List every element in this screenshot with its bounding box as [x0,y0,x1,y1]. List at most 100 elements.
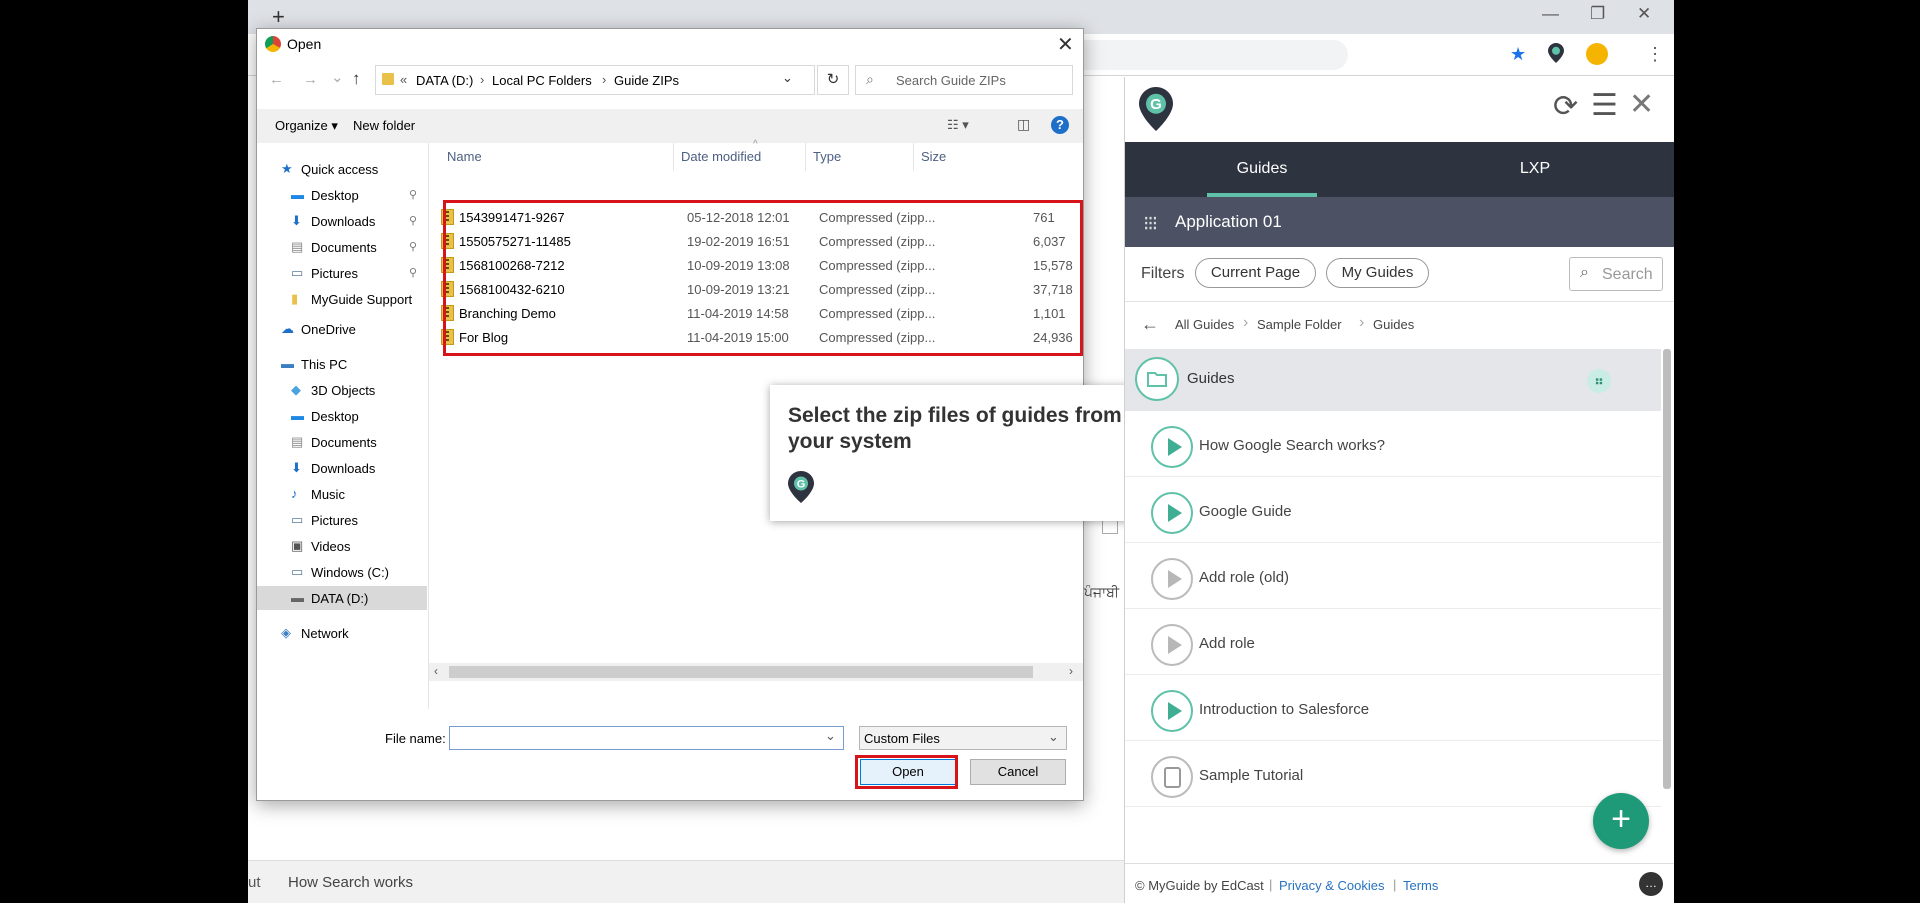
refresh-icon[interactable]: ↻ [817,65,849,95]
up-folder-icon[interactable]: ↑ [352,69,361,89]
maximize-button[interactable]: ❐ [1590,4,1605,24]
nav-item[interactable]: ♪ Music [257,482,427,506]
chevron-right-icon: › [1243,314,1249,331]
column-header-type[interactable]: Type [813,149,841,164]
sync-icon[interactable]: ⟳ [1553,89,1578,124]
file-name-input[interactable] [449,726,844,750]
preview-pane-icon[interactable]: ◫ [1017,116,1030,133]
window-close-button[interactable]: ✕ [1637,4,1651,24]
drag-handle-icon[interactable]: ⠶ [1587,369,1611,393]
new-folder-button[interactable]: New folder [353,118,415,133]
more-icon[interactable]: ⋮ [1646,44,1664,65]
organize-menu-button[interactable]: Organize ▾ [275,118,338,134]
application-bar[interactable]: ⁝⁝⁝ Application 01 [1125,197,1674,247]
menu-icon[interactable]: ☰ [1591,88,1618,123]
privacy-cookies-link[interactable]: Privacy & Cookies [1279,878,1384,893]
breadcrumb-local-pc-folders[interactable]: Local PC Folders [492,73,592,88]
terms-link[interactable]: Terms [1403,878,1438,893]
nav-item[interactable]: ⬇ Downloads [257,456,427,480]
search-icon: ⌕ [1580,264,1589,281]
back-arrow-icon[interactable]: ← [1141,314,1159,335]
play-icon[interactable] [1151,558,1193,600]
chat-icon[interactable]: … [1639,872,1663,896]
nav-item[interactable]: ▭ Pictures ⚲ [257,261,427,285]
guide-row[interactable]: Sample Tutorial [1125,741,1661,807]
guide-row[interactable]: How Google Search works? [1125,411,1661,477]
account-icon[interactable] [1586,43,1608,65]
scrollbar-thumb[interactable] [449,666,1033,678]
nav-item[interactable]: ▭ Windows (C:) [257,560,427,584]
column-header-name[interactable]: Name [447,149,482,164]
view-options-icon[interactable]: ☷ ▾ [947,117,969,133]
nav-item[interactable]: ⬇ Downloads ⚲ [257,209,427,233]
footer-link-fragment[interactable]: ut [248,874,261,891]
column-header-date-modified[interactable]: Date modified [681,149,761,164]
nav-item[interactable]: ▤ Documents [257,430,427,454]
breadcrumb-guide-zips[interactable]: Guide ZIPs [614,73,679,88]
myguide-panel: G ⟳ ☰ ✕ Guides LXP ⁝⁝⁝ Application 01 Fi… [1124,77,1674,903]
filter-chip-my-guides[interactable]: My Guides [1326,258,1429,288]
nav-item[interactable]: ☁ OneDrive [257,317,427,341]
language-link[interactable]: ਪੰਜਾਬੀ [1084,584,1119,601]
guide-row[interactable]: Google Guide [1125,477,1661,543]
recent-locations-icon[interactable]: ⌄ [331,68,344,86]
tutorial-icon[interactable] [1151,756,1193,798]
panel-tabs: Guides LXP [1125,142,1674,197]
horizontal-scrollbar[interactable]: ‹ › [429,663,1083,681]
folder-row[interactable]: Guides ⠶ [1125,349,1661,411]
nav-item[interactable]: ◈ Network [257,621,427,645]
nav-item[interactable]: ▬ DATA (D:) [257,586,427,610]
nav-item[interactable]: ★ Quick access [257,157,427,181]
how-search-works-link[interactable]: How Search works [288,874,413,891]
cancel-button[interactable]: Cancel [970,759,1066,785]
forward-arrow-icon[interactable]: → [303,71,318,88]
breadcrumb-guides[interactable]: Guides [1373,317,1414,332]
folder-address-bar[interactable]: « DATA (D:) › Local PC Folders › Guide Z… [375,65,815,95]
pin-icon[interactable] [1548,43,1564,68]
guide-row[interactable]: Introduction to Salesforce [1125,675,1661,741]
minimize-button[interactable]: — [1542,4,1559,24]
column-header-size[interactable]: Size [921,149,946,164]
nav-item[interactable]: ◆ 3D Objects [257,378,427,402]
add-guide-button[interactable]: + [1593,793,1649,849]
file-name-label: File name: [385,731,446,746]
tab-lxp[interactable]: LXP [1435,160,1635,178]
breadcrumb-sample-folder[interactable]: Sample Folder [1257,317,1342,332]
nav-item[interactable]: ▬ Desktop [257,404,427,428]
guide-row[interactable]: Add role [1125,609,1661,675]
nav-item[interactable]: ▤ Documents ⚲ [257,235,427,259]
panel-scrollbar[interactable] [1663,349,1671,789]
star-icon[interactable]: ★ [1510,44,1526,65]
breadcrumb-all-guides[interactable]: All Guides [1175,317,1234,332]
dialog-close-button[interactable]: ✕ [1057,32,1074,57]
nav-item[interactable]: ▮ MyGuide Support [257,287,427,311]
help-icon[interactable]: ? [1051,116,1069,134]
back-arrow-icon[interactable]: ← [269,71,284,88]
overflow-chevron-icon[interactable]: « [400,72,407,87]
chevron-down-icon[interactable]: ⌄ [825,728,836,744]
nav-item[interactable]: ▬ This PC [257,352,427,376]
filter-chip-current-page[interactable]: Current Page [1195,258,1316,288]
nav-item[interactable]: ▬ Desktop ⚲ [257,183,427,207]
play-icon[interactable] [1151,492,1193,534]
scroll-left-icon[interactable]: ‹ [434,664,438,678]
guide-title: Google Guide [1199,503,1292,520]
nav-item[interactable]: ▣ Videos [257,534,427,558]
folder-search-input[interactable]: ⌕ Search Guide ZIPs [855,65,1073,95]
chevron-down-icon[interactable]: ⌄ [782,70,793,86]
dialog-navigation-bar: ← → ⌄ ↑ « DATA (D:) › Local PC Folders ›… [257,61,1083,99]
nav-item-label: Music [311,487,345,502]
breadcrumb-data-drive[interactable]: DATA (D:) [416,73,473,88]
new-tab-button[interactable]: + [272,4,285,30]
tab-guides[interactable]: Guides [1162,160,1362,178]
guide-title: Add role (old) [1199,569,1290,586]
file-type-select[interactable]: Custom Files ⌄ [859,726,1067,750]
play-icon[interactable] [1151,690,1193,732]
close-icon[interactable]: ✕ [1629,87,1654,122]
nav-item[interactable]: ▭ Pictures [257,508,427,532]
play-icon[interactable] [1151,426,1193,468]
guide-row[interactable]: Add role (old) [1125,543,1661,609]
scroll-right-icon[interactable]: › [1069,664,1073,678]
panel-search-button[interactable]: ⌕ Search [1569,257,1663,291]
play-icon[interactable] [1151,624,1193,666]
